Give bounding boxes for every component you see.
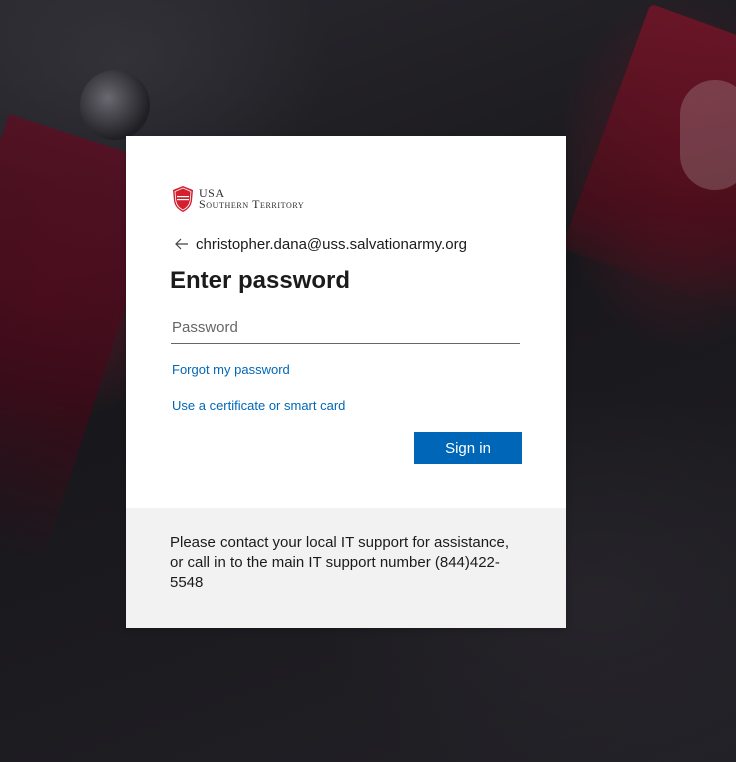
support-text: Please contact your local IT support for… [170, 534, 510, 591]
shield-logo-icon [173, 186, 193, 212]
identity-banner: christopher.dana@uss.salvationarmy.org [172, 234, 467, 254]
certificate-sign-in-link[interactable]: Use a certificate or smart card [172, 398, 345, 413]
identity-email: christopher.dana@uss.salvationarmy.org [196, 235, 467, 253]
password-input[interactable] [171, 312, 520, 344]
support-footer: Please contact your local IT support for… [126, 508, 566, 628]
back-arrow-icon[interactable] [172, 234, 192, 254]
page-title: Enter password [170, 267, 351, 294]
sign-in-button[interactable]: Sign in [414, 432, 522, 464]
logo-line-2: Southern Territory [199, 197, 305, 211]
sign-in-card: USA Southern Territory christopher.dana@… [126, 136, 566, 628]
organization-logo: USA Southern Territory [171, 184, 304, 214]
forgot-password-link[interactable]: Forgot my password [172, 362, 290, 377]
